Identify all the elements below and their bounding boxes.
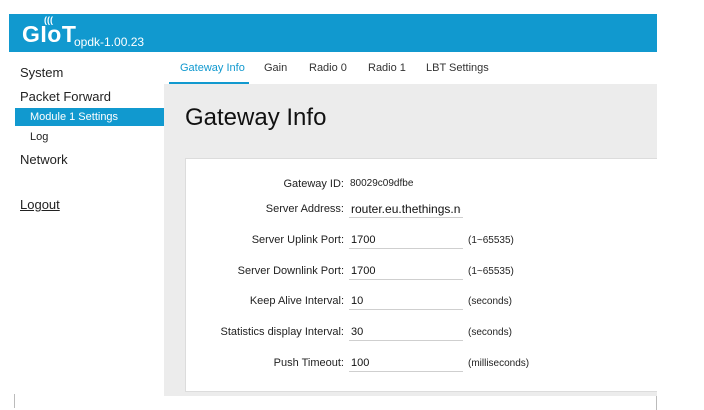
tab-radio-1[interactable]: Radio 1 [368, 62, 406, 74]
keep-alive-input[interactable] [349, 292, 463, 310]
tab-radio-0[interactable]: Radio 0 [309, 62, 347, 74]
firmware-version: opdk-1.00.23 [74, 35, 145, 49]
form-row-push-timeout: Push Timeout: (milliseconds) [186, 354, 658, 374]
tab-gateway-info[interactable]: Gateway Info [180, 62, 245, 74]
server-address-label: Server Address: [265, 203, 344, 215]
form-row-keep-alive: Keep Alive Interval: (seconds) [186, 292, 658, 312]
app-header: GIoT ((( opdk-1.00.23 [9, 14, 657, 52]
form-row-uplink-port: Server Uplink Port: (1~65535) [186, 231, 658, 251]
sidebar-item-packet-forward[interactable]: Packet Forward [20, 89, 111, 104]
sidebar: System Packet Forward Module 1 Settings … [9, 53, 164, 410]
tab-gain[interactable]: Gain [264, 62, 287, 74]
stats-interval-label: Statistics display Interval: [220, 326, 345, 338]
sidebar-item-system[interactable]: System [20, 65, 63, 80]
settings-form: Gateway ID: 80029c09dfbe Server Address:… [185, 158, 657, 392]
sidebar-item-network[interactable]: Network [20, 152, 68, 167]
form-row-server-address: Server Address: [186, 200, 658, 220]
gateway-id-label: Gateway ID: [283, 178, 344, 190]
downlink-port-input[interactable] [349, 262, 463, 280]
push-timeout-label: Push Timeout: [273, 357, 344, 369]
downlink-port-label: Server Downlink Port: [237, 265, 344, 277]
uplink-port-label: Server Uplink Port: [251, 234, 344, 246]
uplink-port-hint: (1~65535) [468, 235, 514, 246]
gateway-id-value: 80029c09dfbe [350, 178, 414, 189]
divider [14, 394, 15, 408]
form-row-gateway-id: Gateway ID: 80029c09dfbe [186, 175, 658, 195]
keep-alive-label: Keep Alive Interval: [249, 295, 344, 307]
server-address-input[interactable] [349, 200, 463, 218]
brand-logo: GIoT [22, 21, 77, 47]
form-row-stats-interval: Statistics display Interval: (seconds) [186, 323, 658, 343]
logout-link[interactable]: Logout [20, 197, 60, 212]
downlink-port-hint: (1~65535) [468, 266, 514, 277]
stats-interval-hint: (seconds) [468, 327, 512, 338]
push-timeout-input[interactable] [349, 354, 463, 372]
stats-interval-input[interactable] [349, 323, 463, 341]
push-timeout-hint: (milliseconds) [468, 358, 530, 369]
form-row-downlink-port: Server Downlink Port: (1~65535) [186, 262, 658, 282]
tab-lbt-settings[interactable]: LBT Settings [426, 62, 489, 74]
sidebar-item-module-1-settings[interactable]: Module 1 Settings [15, 108, 164, 126]
page-title: Gateway Info [185, 104, 327, 131]
uplink-port-input[interactable] [349, 231, 463, 249]
keep-alive-hint: (seconds) [468, 296, 512, 307]
divider [656, 396, 657, 410]
wifi-icon: ((( [44, 15, 53, 25]
tab-bar: Gateway Info Gain Radio 0 Radio 1 LBT Se… [169, 53, 657, 85]
sidebar-item-log[interactable]: Log [15, 128, 164, 146]
